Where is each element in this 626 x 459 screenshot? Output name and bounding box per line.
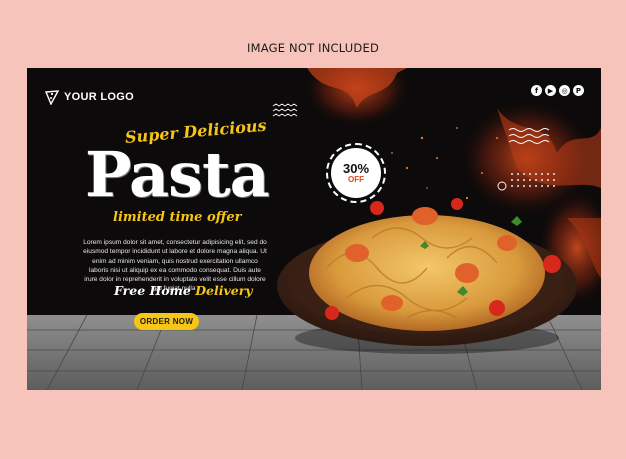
discount-badge: 30% OFF [326,143,386,203]
youtube-icon[interactable]: ▶ [545,85,556,96]
discount-percent: 30% [342,161,370,176]
hero-title: Pasta [85,138,270,211]
delivery-highlight: Delivery [195,283,253,298]
image-not-included-note: IMAGE NOT INCLUDED [247,41,379,55]
logo-text: YOUR LOGO [64,91,134,103]
instagram-icon[interactable]: ◎ [559,85,570,96]
discount-label: OFF [348,175,364,184]
delivery-line: Free Home Delivery [114,283,253,298]
brand-logo[interactable]: YOUR LOGO [44,89,134,106]
promo-banner: YOUR LOGO f ▶ ◎ P Super Delicious Pasta … [27,68,601,390]
pasta-plate [277,198,577,354]
delivery-prefix: Free Home [114,283,191,298]
pizza-slice-icon [44,89,60,106]
pinterest-icon[interactable]: P [573,85,584,96]
hero-offer: limited time offer [113,210,242,225]
decor-zigzag-top [272,103,298,117]
social-links: f ▶ ◎ P [531,85,584,96]
order-now-button[interactable]: ORDER NOW [134,313,199,330]
facebook-icon[interactable]: f [531,85,542,96]
banner-background [27,68,601,390]
